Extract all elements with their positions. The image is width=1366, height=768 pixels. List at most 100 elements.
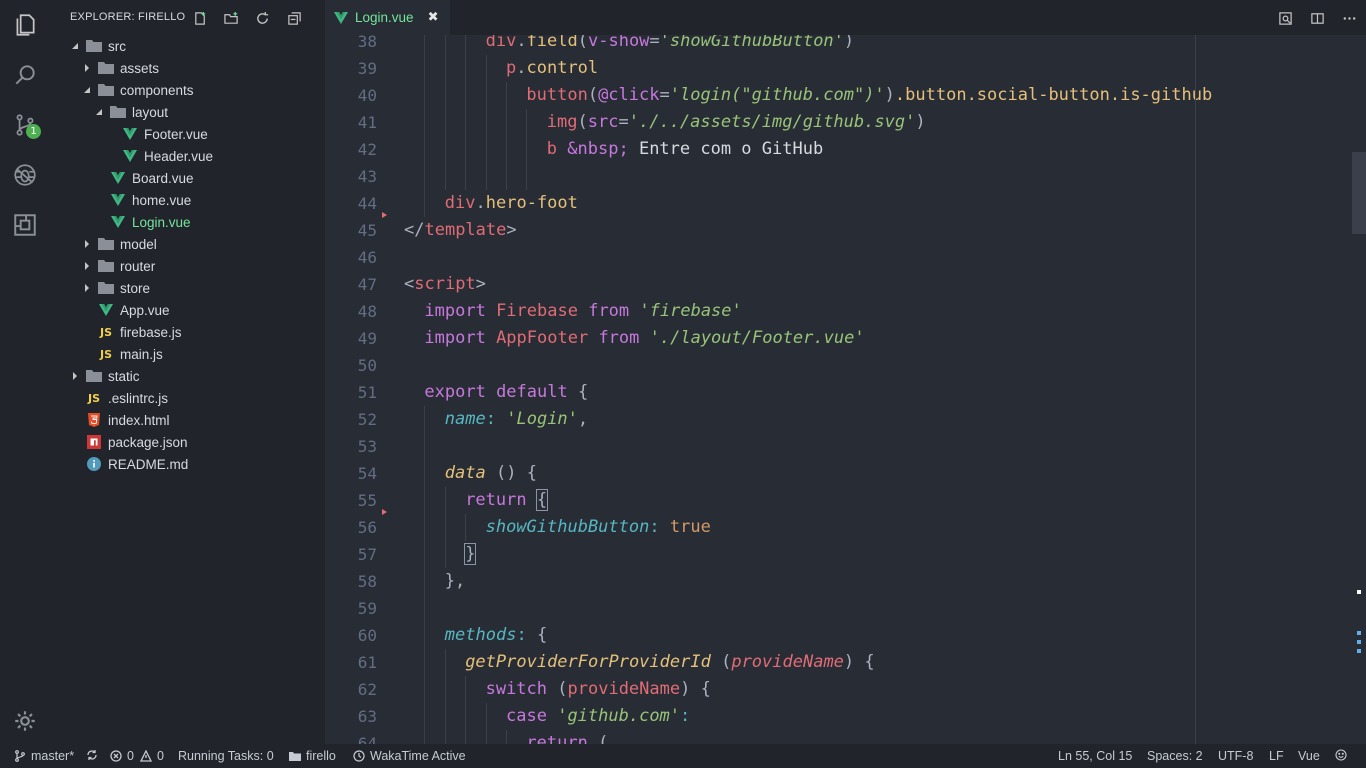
indent-guide bbox=[424, 568, 426, 595]
tree-folder[interactable]: store bbox=[50, 277, 325, 299]
tree-file[interactable]: package.json bbox=[50, 431, 325, 453]
tab-label: Login.vue bbox=[355, 10, 414, 25]
indent-guide bbox=[424, 406, 426, 433]
fold-marker[interactable] bbox=[382, 212, 387, 218]
collapse-all-icon[interactable] bbox=[285, 9, 303, 27]
indent-guide bbox=[444, 109, 446, 136]
chevron-down-icon[interactable] bbox=[94, 107, 104, 117]
tree-label: index.html bbox=[108, 412, 170, 428]
tree-folder[interactable]: layout bbox=[50, 101, 325, 123]
language-mode[interactable]: Vue bbox=[1298, 749, 1320, 763]
tree-file[interactable]: Footer.vue bbox=[50, 123, 325, 145]
line-ending[interactable]: LF bbox=[1269, 749, 1284, 763]
code-text: getProviderForProviderId (provideName) { bbox=[465, 652, 875, 672]
folder-indicator[interactable]: firello bbox=[289, 749, 336, 763]
tree-file[interactable]: JS firebase.js bbox=[50, 321, 325, 343]
code-line: 59 bbox=[325, 595, 1355, 622]
tree-folder[interactable]: model bbox=[50, 233, 325, 255]
encoding[interactable]: UTF-8 bbox=[1218, 749, 1253, 763]
indent-guide bbox=[444, 82, 446, 109]
code-text: div.field(v-show='showGithubButton') bbox=[485, 35, 855, 51]
indent-guide bbox=[424, 190, 426, 217]
code-text: import AppFooter from './layout/Footer.v… bbox=[424, 328, 865, 348]
more-actions-icon[interactable] bbox=[1340, 9, 1358, 27]
branch-indicator[interactable]: master* bbox=[14, 749, 74, 763]
wakatime-status[interactable]: WakaTime Active bbox=[353, 749, 466, 763]
code-text: showGithubButton: true bbox=[485, 517, 711, 537]
chevron-down-icon[interactable] bbox=[70, 41, 80, 51]
code-text: export default { bbox=[424, 382, 589, 402]
tree-folder[interactable]: components bbox=[50, 79, 325, 101]
indent-guide bbox=[485, 82, 487, 109]
vue-file-icon bbox=[110, 170, 126, 186]
code-text: b &nbsp; Entre com o GitHub bbox=[546, 139, 824, 159]
indent-guide bbox=[485, 55, 487, 82]
open-changes-icon[interactable] bbox=[1276, 9, 1294, 27]
debug-icon[interactable] bbox=[0, 150, 50, 200]
code-text: return { bbox=[465, 489, 549, 511]
chevron-right-icon[interactable] bbox=[70, 371, 80, 381]
problems-indicator[interactable]: 0 0 bbox=[110, 749, 164, 763]
cursor-position[interactable]: Ln 55, Col 15 bbox=[1058, 749, 1132, 763]
code-line: 55 return { bbox=[325, 487, 1355, 514]
extensions-icon[interactable] bbox=[0, 200, 50, 250]
tree-folder[interactable]: router bbox=[50, 255, 325, 277]
warning-count: 0 bbox=[156, 749, 164, 763]
tree-label: router bbox=[120, 258, 156, 274]
chevron-down-icon[interactable] bbox=[82, 85, 92, 95]
vue-file-icon bbox=[122, 126, 138, 142]
split-editor-icon[interactable] bbox=[1308, 9, 1326, 27]
vertical-scrollbar[interactable] bbox=[1352, 152, 1366, 234]
explorer-header: EXPLORER: FIRELLO bbox=[50, 0, 325, 35]
close-icon[interactable]: ✖ bbox=[428, 10, 439, 25]
indent-guide bbox=[485, 109, 487, 136]
tree-folder[interactable]: static bbox=[50, 365, 325, 387]
tree-folder[interactable]: src bbox=[50, 35, 325, 57]
chevron-right-icon[interactable] bbox=[82, 239, 92, 249]
tree-file[interactable]: JS .eslintrc.js bbox=[50, 387, 325, 409]
smiley-icon[interactable] bbox=[1335, 749, 1352, 761]
line-number: 38 bbox=[357, 35, 377, 51]
running-tasks[interactable]: Running Tasks: 0 bbox=[178, 749, 274, 763]
new-folder-icon[interactable] bbox=[222, 9, 240, 27]
tab-login-vue[interactable]: Login.vue ✖ bbox=[325, 0, 450, 35]
code-line: 45 </template> bbox=[325, 217, 1355, 244]
folder-icon bbox=[98, 236, 114, 252]
indent-guide bbox=[444, 649, 446, 676]
fold-marker[interactable] bbox=[382, 509, 387, 515]
tree-file[interactable]: README.md bbox=[50, 453, 325, 475]
code-text: p.control bbox=[506, 58, 599, 78]
overview-ruler-cursor bbox=[1357, 590, 1361, 594]
indent-guide bbox=[465, 55, 467, 82]
tree-label: model bbox=[120, 236, 157, 252]
chevron-right-icon[interactable] bbox=[82, 261, 92, 271]
search-icon[interactable] bbox=[0, 50, 50, 100]
vue-file-icon bbox=[98, 302, 114, 318]
indentation[interactable]: Spaces: 2 bbox=[1147, 749, 1203, 763]
tree-folder[interactable]: assets bbox=[50, 57, 325, 79]
tree-file[interactable]: home.vue bbox=[50, 189, 325, 211]
refresh-icon[interactable] bbox=[253, 9, 271, 27]
tree-file[interactable]: App.vue bbox=[50, 299, 325, 321]
line-number: 44 bbox=[357, 194, 377, 213]
tree-file[interactable]: index.html bbox=[50, 409, 325, 431]
tree-file[interactable]: JS main.js bbox=[50, 343, 325, 365]
files-icon[interactable] bbox=[0, 0, 50, 50]
js-file-icon: JS bbox=[99, 347, 112, 361]
tree-file[interactable]: Login.vue bbox=[50, 211, 325, 233]
chevron-right-icon[interactable] bbox=[82, 63, 92, 73]
folder-icon bbox=[110, 104, 126, 120]
tree-file[interactable]: Board.vue bbox=[50, 167, 325, 189]
chevron-right-icon[interactable] bbox=[82, 283, 92, 293]
new-file-icon[interactable] bbox=[191, 9, 209, 27]
code-text: }, bbox=[444, 571, 466, 591]
source-control-icon[interactable]: 1 bbox=[0, 100, 50, 150]
code-text: return ( bbox=[526, 733, 609, 744]
sync-icon[interactable] bbox=[86, 749, 103, 761]
tree-file[interactable]: Header.vue bbox=[50, 145, 325, 167]
vue-file-icon bbox=[110, 192, 126, 208]
code-editor[interactable]: 38 div.field(v-show='showGithubButton') 39… bbox=[325, 35, 1366, 744]
gear-icon[interactable] bbox=[0, 696, 50, 746]
code-line: 61 getProviderForProviderId (provideName)… bbox=[325, 649, 1355, 676]
code-line: 49 import AppFooter from './layout/Footer… bbox=[325, 325, 1355, 352]
